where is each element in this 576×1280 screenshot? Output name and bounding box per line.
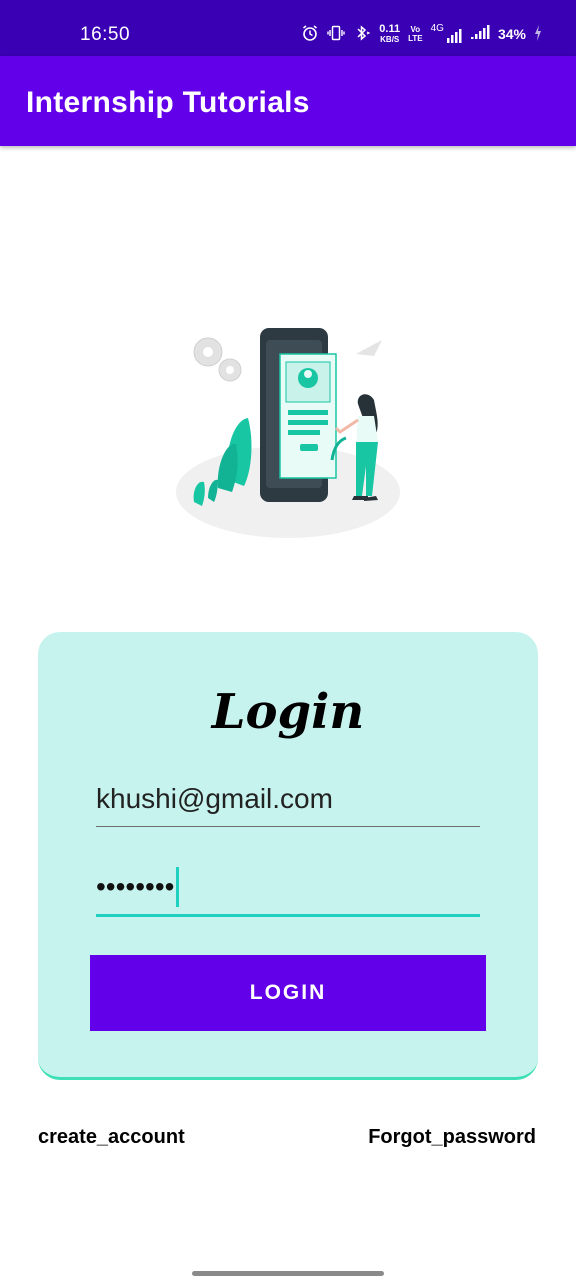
forgot-password-link[interactable]: Forgot_password xyxy=(368,1126,536,1149)
create-account-link[interactable]: create_account xyxy=(38,1126,185,1149)
password-value: •••••••• xyxy=(96,871,175,902)
app-title: Internship Tutorials xyxy=(26,86,310,119)
signal-icon xyxy=(470,24,490,44)
login-card: Login khushi@gmail.com •••••••• LOGIN xyxy=(38,632,538,1080)
net-speed: 0.11 KB/S xyxy=(379,23,401,45)
signal-icon xyxy=(446,29,462,43)
volte-indicator: Vo LTE xyxy=(408,25,423,43)
status-bar: 16:50 0.11 KB/S Vo LTE 4G 34% xyxy=(0,0,576,56)
email-field[interactable]: khushi@gmail.com xyxy=(96,772,480,827)
alarm-icon xyxy=(301,24,319,44)
email-value: khushi@gmail.com xyxy=(96,783,333,814)
network-type: 4G xyxy=(430,23,444,34)
text-caret xyxy=(176,867,180,907)
status-time: 16:50 xyxy=(80,24,131,45)
net-speed-unit: KB/S xyxy=(380,35,400,44)
battery-charging-icon xyxy=(534,24,542,44)
battery-level: 34% xyxy=(497,26,526,42)
password-field[interactable]: •••••••• xyxy=(96,860,480,917)
volte-top: Vo xyxy=(410,25,421,34)
login-title: Login xyxy=(211,684,365,740)
app-bar: Internship Tutorials xyxy=(0,56,576,146)
status-icons: 0.11 KB/S Vo LTE 4G 34% xyxy=(301,24,542,44)
net-speed-value: 0.11 xyxy=(379,23,401,35)
bluetooth-icon xyxy=(353,24,371,44)
vibrate-icon xyxy=(327,24,345,44)
login-button[interactable]: LOGIN xyxy=(90,955,486,1031)
login-illustration xyxy=(168,320,408,550)
volte-bottom: LTE xyxy=(408,34,423,43)
signal-4g-indicator: 4G xyxy=(431,24,462,44)
home-indicator[interactable] xyxy=(192,1271,384,1276)
